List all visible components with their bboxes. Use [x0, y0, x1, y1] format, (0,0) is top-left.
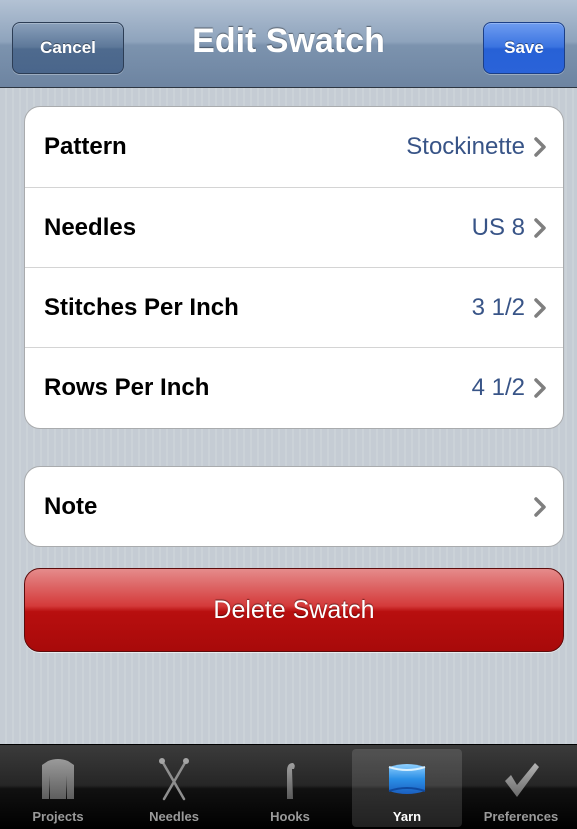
- sweater-icon: [42, 759, 74, 799]
- chevron-right-icon: [534, 497, 546, 517]
- pattern-value: Stockinette: [406, 133, 525, 160]
- cancel-button[interactable]: Cancel: [12, 22, 124, 74]
- navigation-bar: Cancel Edit Swatch Save: [0, 0, 577, 88]
- rows-per-inch-row[interactable]: Rows Per Inch 4 1/2: [25, 347, 563, 427]
- tab-bar: Projects Needles Hooks Yarn Preferences: [0, 744, 577, 829]
- stitches-per-inch-value: 3 1/2: [471, 293, 525, 321]
- needles-value: US 8: [471, 213, 525, 241]
- checkmark-icon: [505, 763, 539, 797]
- tab-yarn[interactable]: Yarn: [352, 749, 462, 827]
- tab-projects[interactable]: Projects: [3, 749, 113, 827]
- yarn-skein-icon: [388, 764, 426, 794]
- tab-needles-label: Needles: [149, 809, 199, 824]
- crochet-hook-icon: [287, 763, 295, 799]
- delete-swatch-button[interactable]: Delete Swatch: [24, 568, 564, 652]
- tab-preferences-label: Preferences: [483, 809, 559, 824]
- chevron-right-icon: [534, 217, 546, 238]
- pattern-label: Pattern: [44, 133, 127, 160]
- rows-per-inch-label: Rows Per Inch: [44, 373, 210, 401]
- needles-label: Needles: [44, 213, 137, 241]
- needles-row[interactable]: Needles US 8: [25, 187, 563, 267]
- crossed-needles-icon: [159, 758, 189, 801]
- tab-projects-label: Projects: [32, 809, 84, 824]
- rows-per-inch-value: 4 1/2: [471, 373, 525, 401]
- note-row[interactable]: Note: [25, 467, 563, 546]
- pattern-row[interactable]: Pattern Stockinette: [25, 107, 563, 187]
- tab-hooks-label: Hooks: [270, 809, 310, 824]
- stitches-per-inch-label: Stitches Per Inch: [44, 293, 239, 321]
- tab-needles[interactable]: Needles: [119, 749, 229, 827]
- stitches-per-inch-row[interactable]: Stitches Per Inch 3 1/2: [25, 267, 563, 347]
- chevron-right-icon: [534, 137, 546, 157]
- tab-hooks[interactable]: Hooks: [235, 749, 345, 827]
- chevron-right-icon: [534, 377, 546, 398]
- chevron-right-icon: [534, 297, 546, 318]
- tab-yarn-label: Yarn: [392, 809, 422, 824]
- tab-preferences[interactable]: Preferences: [466, 749, 576, 827]
- save-button[interactable]: Save: [483, 22, 565, 74]
- note-label: Note: [44, 493, 98, 520]
- swatch-properties-group: Pattern Stockinette Needles US 8 Stitche…: [24, 106, 564, 429]
- note-group: Note: [24, 466, 564, 547]
